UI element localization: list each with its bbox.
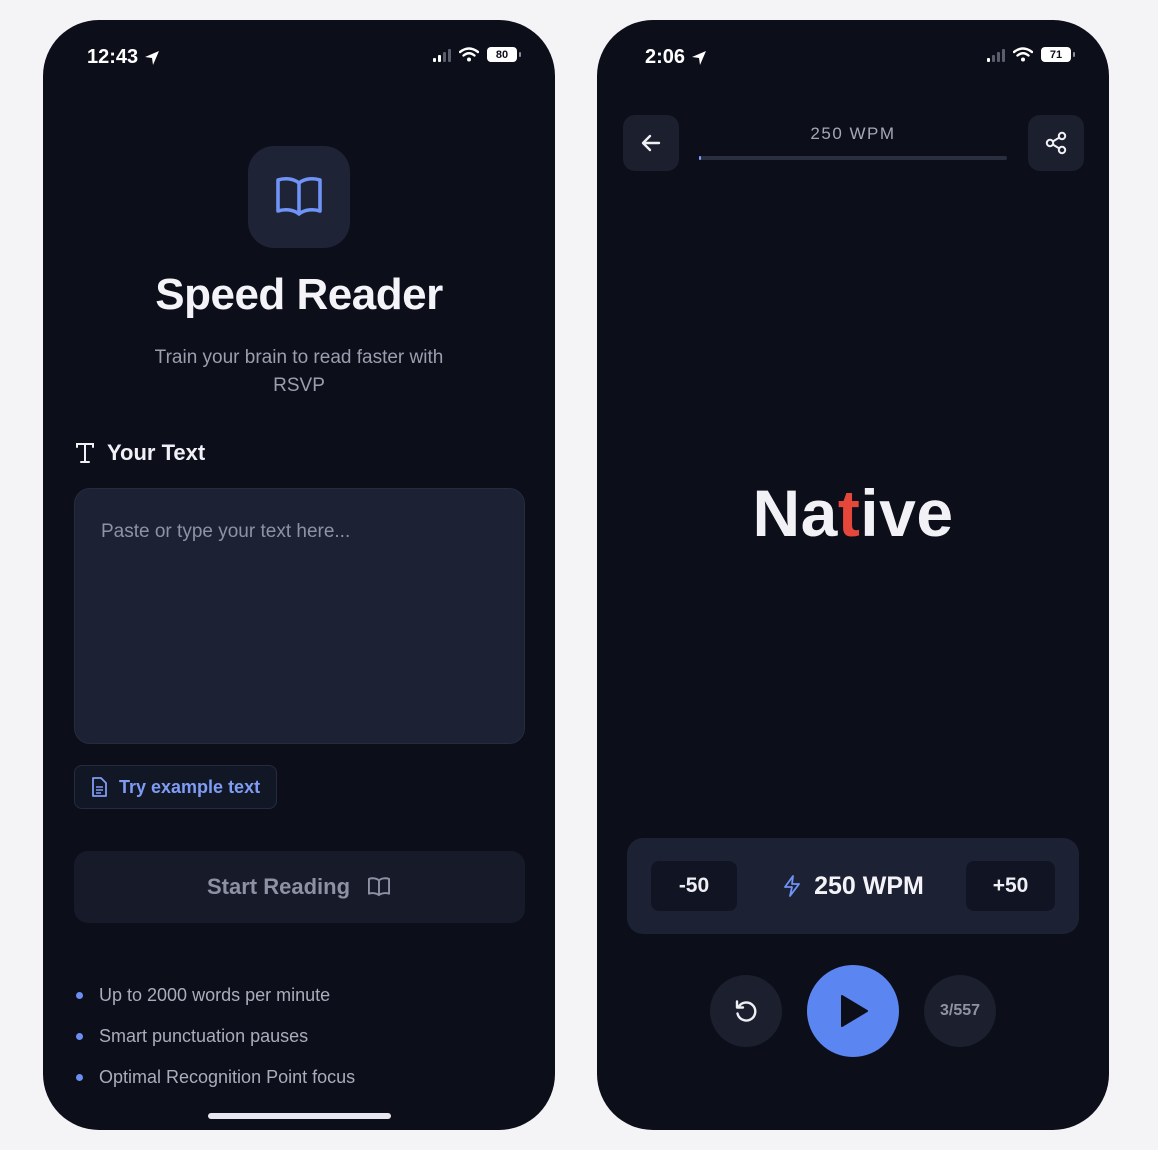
start-reading-button[interactable]: Start Reading [74, 851, 525, 923]
status-bar-icons: 71 [987, 47, 1075, 62]
battery-icon: 71 [1041, 47, 1075, 62]
feature-list: Up to 2000 words per minute Smart punctu… [76, 975, 355, 1098]
cellular-signal-icon [987, 48, 1005, 62]
location-arrow-icon [692, 50, 707, 65]
start-reading-label: Start Reading [206, 874, 351, 899]
decrease-speed-button[interactable]: -50 [651, 861, 737, 911]
bullet-icon [76, 1074, 83, 1081]
speed-reader-home-screen: 12:43 80 Speed Reader Train your brain t… [43, 20, 555, 1130]
share-button[interactable] [1028, 115, 1084, 171]
play-button[interactable] [807, 965, 899, 1057]
cellular-signal-icon [433, 48, 451, 62]
reading-progress-bar [699, 156, 1007, 160]
status-bar-icons: 80 [433, 47, 521, 62]
try-example-button[interactable]: Try example text [74, 765, 278, 809]
header-wpm: 250 WPM [810, 124, 896, 143]
wpm-readout-text: 250 WPM [814, 871, 924, 900]
page-title: Speed Reader [155, 270, 443, 319]
word-after-focus: ive [860, 476, 954, 550]
restart-icon [735, 1000, 757, 1022]
battery-level: 80 [495, 48, 509, 61]
wifi-icon [1013, 47, 1033, 62]
back-button[interactable] [623, 115, 679, 171]
open-book-icon [276, 176, 322, 216]
list-item: Smart punctuation pauses [76, 1016, 355, 1057]
word-before-focus: Na [752, 476, 838, 550]
document-icon [92, 777, 107, 797]
list-item: Up to 2000 words per minute [76, 975, 355, 1016]
wifi-icon [459, 47, 479, 62]
word-counter-text: 3/557 [939, 1002, 981, 1019]
decrease-speed-label: -50 [678, 874, 710, 897]
increase-speed-label: +50 [992, 874, 1029, 897]
open-book-icon [368, 877, 391, 897]
battery-icon: 80 [487, 47, 521, 62]
wpm-readout: 250 WPM [737, 861, 969, 911]
reader-screen: 2:06 71 250 WPM Native -50 250 WPM +50 3… [597, 20, 1109, 1130]
word-focus-letter: t [837, 476, 861, 550]
status-time-text: 12:43 [87, 46, 139, 68]
status-time-text: 2:06 [645, 46, 686, 68]
restart-button[interactable] [710, 975, 782, 1047]
app-logo [248, 146, 350, 248]
word-counter: 3/557 [924, 975, 996, 1047]
status-bar-time: 12:43 [87, 46, 160, 69]
home-indicator[interactable] [208, 1113, 391, 1119]
text-input-placeholder: Paste or type your text here... [101, 521, 351, 542]
text-type-icon [76, 443, 94, 463]
list-item: Optimal Recognition Point focus [76, 1057, 355, 1098]
battery-level: 71 [1049, 48, 1063, 61]
play-icon [841, 995, 868, 1027]
status-bar-time: 2:06 [645, 46, 707, 69]
arrow-left-icon [641, 134, 661, 152]
bullet-icon [76, 992, 83, 999]
speed-control-panel: -50 250 WPM +50 [627, 838, 1079, 934]
current-word: Native [597, 475, 1109, 551]
text-input[interactable]: Paste or type your text here... [74, 488, 525, 744]
reading-progress-fill [699, 156, 701, 160]
try-example-label: Try example text [119, 776, 261, 797]
your-text-label: Your Text [75, 440, 205, 466]
location-arrow-icon [145, 50, 160, 65]
your-text-label-text: Your Text [107, 440, 206, 465]
bullet-icon [76, 1033, 83, 1040]
increase-speed-button[interactable]: +50 [966, 861, 1055, 911]
lightning-icon [784, 875, 801, 897]
share-icon [1045, 131, 1067, 155]
page-subtitle: Train your brain to read faster with RSV… [154, 347, 444, 396]
